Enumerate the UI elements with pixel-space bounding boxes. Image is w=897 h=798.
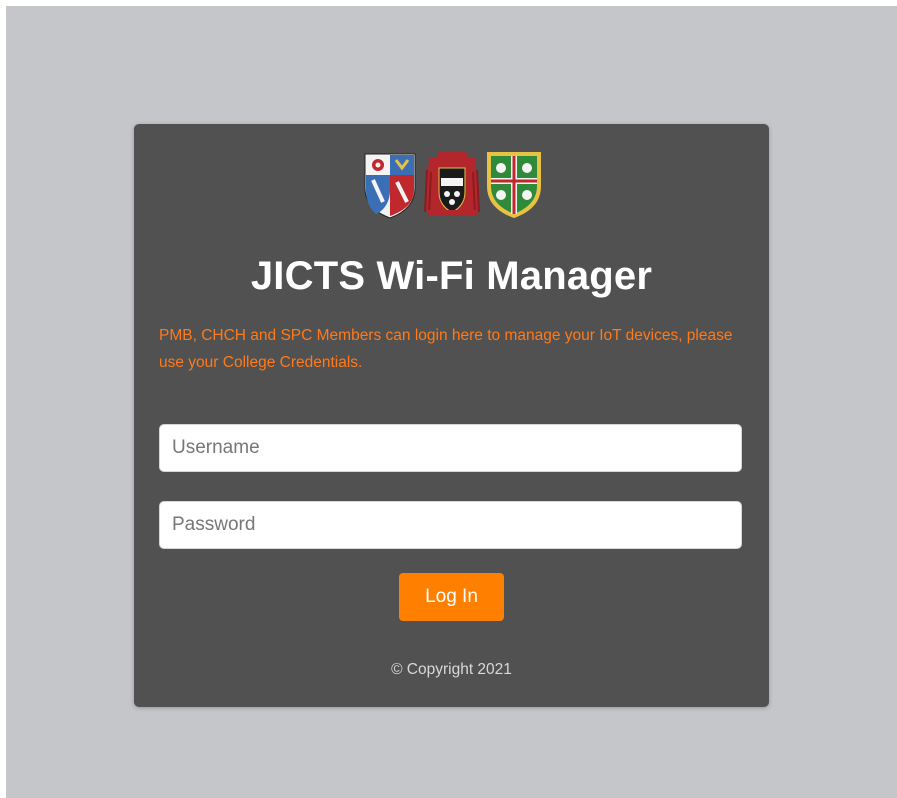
college-crests xyxy=(134,150,769,220)
page-title: JICTS Wi-Fi Manager xyxy=(250,254,653,298)
login-notice: PMB, CHCH and SPC Members can login here… xyxy=(159,327,733,371)
username-input[interactable] xyxy=(159,424,742,472)
copyright-text: © Copyright 2021 xyxy=(391,661,512,678)
page-background: JICTS Wi-Fi Manager PMB, CHCH and SPC Me… xyxy=(6,6,897,798)
pmb-crest-icon xyxy=(364,153,415,219)
chch-crest-icon xyxy=(423,152,480,216)
spc-crest-icon xyxy=(486,152,541,218)
login-card: JICTS Wi-Fi Manager PMB, CHCH and SPC Me… xyxy=(134,124,769,707)
password-input[interactable] xyxy=(159,501,742,549)
login-button[interactable]: Log In xyxy=(399,573,504,621)
